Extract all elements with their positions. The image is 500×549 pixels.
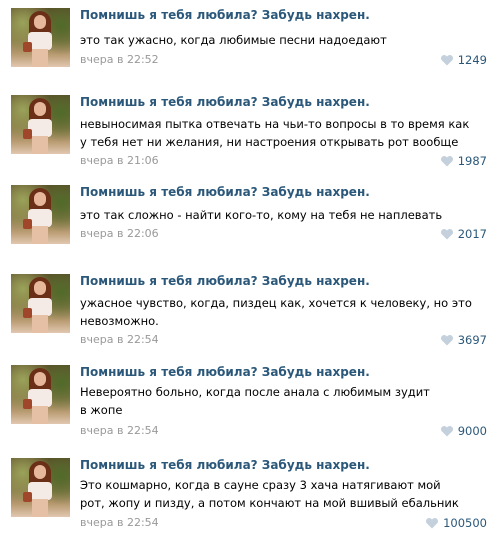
post-text: это так ужасно, когда любимые песни надо… [80, 33, 387, 47]
post-author[interactable]: Помнишь я тебя любила? Забудь нахрен. [80, 95, 370, 109]
post-text: ужасное чувство, когда, пиздец как, хоче… [80, 296, 472, 328]
heart-icon [440, 425, 453, 437]
post-time[interactable]: вчера в 22:52 [80, 53, 159, 66]
heart-icon [440, 155, 453, 167]
heart-icon [440, 228, 453, 240]
post-author[interactable]: Помнишь я тебя любила? Забудь нахрен. [80, 274, 370, 288]
like-button[interactable]: 1249 [440, 53, 487, 67]
post-text: это так сложно - найти кого-то, кому на … [80, 208, 443, 222]
post-author[interactable]: Помнишь я тебя любила? Забудь нахрен. [80, 458, 370, 472]
post-text: невыносимая пытка отвечать на чьи-то воп… [80, 117, 470, 149]
like-count: 3697 [457, 333, 487, 347]
post-2: Помнишь я тебя любила? Забудь нахрен. не… [0, 91, 500, 171]
heart-icon [440, 54, 453, 66]
like-button[interactable]: 100500 [425, 516, 487, 530]
like-button[interactable]: 2017 [440, 227, 487, 241]
post-time[interactable]: вчера в 22:54 [80, 424, 159, 437]
post-5: Помнишь я тебя любила? Забудь нахрен. Не… [0, 361, 500, 441]
like-count: 1987 [457, 154, 487, 168]
post-author[interactable]: Помнишь я тебя любила? Забудь нахрен. [80, 8, 370, 22]
avatar[interactable] [11, 365, 70, 424]
like-count: 100500 [443, 516, 487, 530]
post-4: Помнишь я тебя любила? Забудь нахрен. уж… [0, 270, 500, 350]
post-text: Невероятно больно, когда после анала с л… [80, 385, 430, 417]
post-1: Помнишь я тебя любила? Забудь нахрен. эт… [0, 4, 500, 74]
avatar[interactable] [11, 95, 70, 154]
post-time[interactable]: вчера в 21:06 [80, 154, 159, 167]
post-3: Помнишь я тебя любила? Забудь нахрен. эт… [0, 181, 500, 251]
like-count: 9000 [457, 424, 487, 438]
post-time[interactable]: вчера в 22:54 [80, 333, 159, 346]
post-time[interactable]: вчера в 22:54 [80, 516, 159, 529]
like-count: 2017 [457, 227, 487, 241]
post-text: Это кошмарно, когда в сауне сразу 3 хача… [80, 478, 459, 510]
avatar[interactable] [11, 274, 70, 333]
like-count: 1249 [457, 53, 487, 67]
post-author[interactable]: Помнишь я тебя любила? Забудь нахрен. [80, 185, 370, 199]
post-author[interactable]: Помнишь я тебя любила? Забудь нахрен. [80, 365, 370, 379]
heart-icon [440, 334, 453, 346]
post-6: Помнишь я тебя любила? Забудь нахрен. Эт… [0, 454, 500, 544]
avatar[interactable] [11, 458, 70, 517]
like-button[interactable]: 1987 [440, 154, 487, 168]
like-button[interactable]: 9000 [440, 424, 487, 438]
avatar[interactable] [11, 185, 70, 244]
like-button[interactable]: 3697 [440, 333, 487, 347]
post-time[interactable]: вчера в 22:06 [80, 227, 159, 240]
heart-icon [426, 517, 439, 529]
avatar[interactable] [11, 8, 70, 67]
